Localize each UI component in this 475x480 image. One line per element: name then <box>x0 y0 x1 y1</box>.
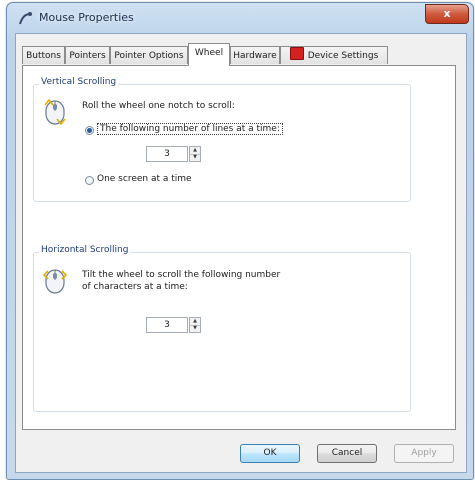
tab-device-settings-label: Device Settings <box>307 51 379 61</box>
wheel-tab-panel: Vertical Scrolling Roll the wheel one no… <box>22 65 456 430</box>
close-button[interactable]: x <box>425 4 469 24</box>
horizontal-scrolling-group: Horizontal Scrolling Tilt the wheel to s… <box>33 245 411 412</box>
one-screen-label[interactable]: One screen at a time <box>97 174 192 184</box>
lines-at-a-time-label[interactable]: The following number of lines at a time: <box>97 123 283 135</box>
device-settings-icon <box>289 47 304 60</box>
ok-button[interactable]: OK <box>240 444 300 463</box>
title-bar[interactable]: Mouse Properties x <box>7 3 473 33</box>
lines-spin-buttons: ▲ ▼ <box>189 146 201 162</box>
lines-at-a-time-radio[interactable] <box>85 126 94 135</box>
lines-value-field[interactable]: 3 <box>146 146 188 162</box>
horizontal-scrolling-title: Horizontal Scrolling <box>39 245 131 255</box>
tab-pointers[interactable]: Pointers <box>65 46 110 64</box>
window-title: Mouse Properties <box>39 11 134 24</box>
cancel-button[interactable]: Cancel <box>317 444 377 463</box>
vertical-scrolling-group: Vertical Scrolling Roll the wheel one no… <box>33 77 411 202</box>
tab-hardware[interactable]: Hardware <box>230 46 280 64</box>
lines-at-a-time-text: The following number of lines at a time: <box>97 123 283 135</box>
mouse-properties-window: Mouse Properties x Buttons Pointers Poin… <box>6 2 474 480</box>
horizontal-instruction-line1: Tilt the wheel to scroll the following n… <box>82 270 281 280</box>
tab-strip: Buttons Pointers Pointer Options Wheel H… <box>22 43 462 66</box>
tab-wheel[interactable]: Wheel <box>188 43 230 66</box>
lines-spin-down-button[interactable]: ▼ <box>190 154 200 161</box>
mouse-tilt-wheel-icon <box>43 269 67 294</box>
tab-buttons[interactable]: Buttons <box>22 46 65 64</box>
tab-device-settings[interactable]: Device Settings <box>280 46 388 64</box>
mouse-wheel-icon <box>44 98 66 126</box>
vertical-scrolling-title: Vertical Scrolling <box>39 77 119 87</box>
dialog-client-area: Buttons Pointers Pointer Options Wheel H… <box>15 33 467 473</box>
tab-pointer-options[interactable]: Pointer Options <box>110 46 188 64</box>
apply-button[interactable]: Apply <box>394 444 454 463</box>
horizontal-instruction-line2: of characters at a time: <box>82 282 188 292</box>
vertical-instruction: Roll the wheel one notch to scroll: <box>82 101 235 111</box>
mouse-properties-icon <box>19 12 32 25</box>
characters-spin-down-button[interactable]: ▼ <box>190 325 200 332</box>
characters-value-field[interactable]: 3 <box>146 317 188 333</box>
characters-spin-buttons: ▲ ▼ <box>189 317 201 333</box>
one-screen-radio[interactable] <box>85 176 94 185</box>
